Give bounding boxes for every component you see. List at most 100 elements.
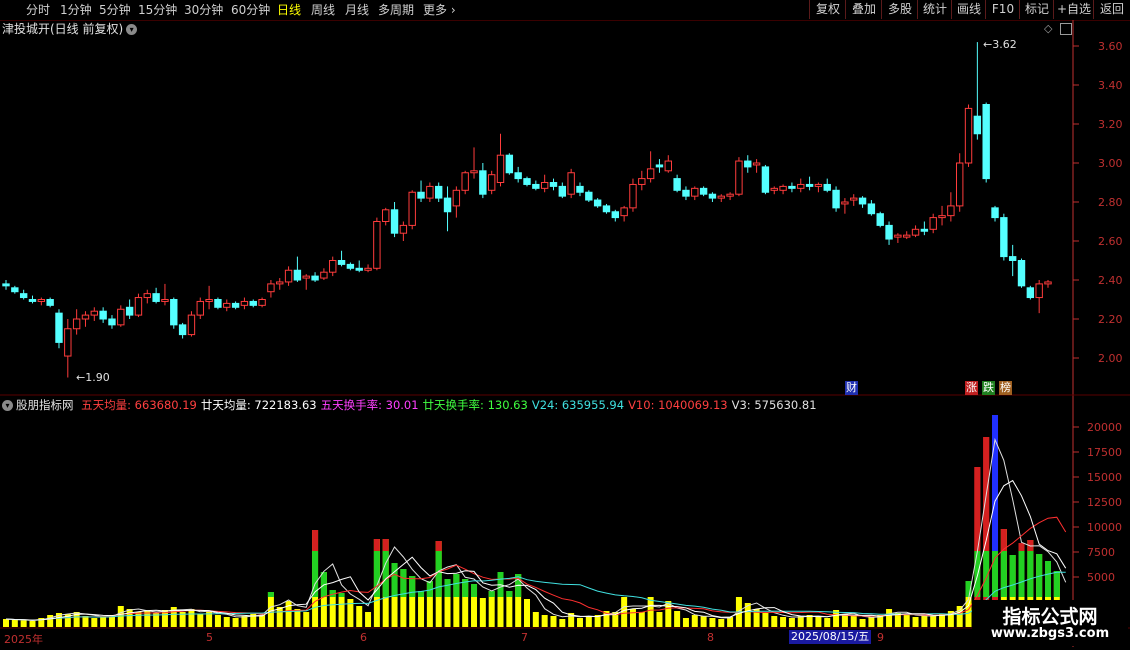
turnover-top-segment [312, 530, 319, 551]
candle-body [205, 299, 213, 302]
price-tick-label: 2.00 [1098, 352, 1123, 365]
x-label-may: 5 [206, 631, 213, 644]
candle-body [125, 306, 134, 316]
candle-body [682, 189, 690, 197]
volume-bar [126, 609, 133, 627]
candle-body [214, 299, 222, 308]
candle-body [744, 160, 752, 168]
candle-body [399, 224, 408, 234]
candle-body [249, 300, 257, 306]
turnover-top-segment [1018, 543, 1025, 551]
kline-chart[interactable]: 3.60 3.40 3.20 3.00 2.80 2.60 2.40 2.20 2.00 2000… [0, 0, 1130, 650]
volume-bar [100, 617, 107, 627]
volume-bar [541, 615, 548, 627]
candle-body [549, 182, 558, 187]
candle-body [673, 178, 681, 191]
candle-body [426, 185, 434, 199]
indicator-menu-icon[interactable]: ▾ [2, 400, 13, 411]
rise-tag[interactable]: 涨 [965, 381, 978, 395]
candle-body [691, 187, 699, 197]
finance-tag[interactable]: 财 [845, 381, 858, 395]
volume-bar [859, 619, 866, 627]
candle-body [832, 189, 840, 209]
candle-body [390, 209, 399, 234]
turnover-segment [382, 551, 389, 597]
candle-body [779, 185, 787, 191]
volume-bar [868, 617, 875, 627]
volume-bar [197, 614, 204, 627]
volume-bar [303, 612, 310, 627]
candle-body [593, 199, 602, 207]
candle-body [452, 189, 461, 207]
volume-tick-label: 5000 [1087, 571, 1115, 584]
high-price-value: 3.62 [992, 38, 1017, 51]
turnover-top-segment [435, 541, 442, 551]
volume-tick-label: 10000 [1087, 521, 1122, 534]
candle-body [576, 185, 584, 193]
indicator-name[interactable]: 股朋指标网 [16, 398, 74, 412]
candle-body [788, 185, 796, 189]
volume-bar [674, 611, 681, 627]
candle-body [903, 234, 911, 238]
high-price-label: ←3.62 [983, 38, 1017, 51]
volume-bar [930, 616, 937, 627]
candle-body [973, 115, 982, 135]
candle-body [408, 191, 416, 226]
candle-body [496, 154, 505, 183]
candle-body [470, 170, 478, 174]
turnover-top-segment [373, 539, 380, 551]
candle-body [558, 185, 567, 197]
candle-body [81, 314, 90, 320]
low-price-label: ←1.90 [76, 371, 110, 384]
candle-body [170, 299, 178, 326]
volume-bar [939, 614, 946, 627]
indicator-value-5: V10: 1040069.13 [628, 398, 728, 412]
candle-body [1026, 287, 1035, 299]
volume-bar [214, 615, 221, 627]
candle-body [850, 197, 858, 201]
turnover-top-segment [992, 415, 999, 551]
volume-bar [585, 617, 592, 627]
candle-body [231, 302, 240, 308]
volume-bar [709, 618, 716, 627]
candle-body [19, 293, 28, 299]
turnover-segment [488, 591, 495, 597]
candle-body [2, 283, 10, 287]
volume-bar [638, 612, 645, 627]
turnover-segment [471, 584, 478, 597]
candle-body [964, 107, 973, 164]
volume-bar [682, 618, 689, 627]
candle-body [841, 201, 849, 205]
candle-body [1035, 283, 1043, 299]
volume-bar [532, 612, 539, 627]
volume-bar [780, 617, 787, 627]
candle-body [620, 207, 628, 217]
candle-body [814, 183, 823, 187]
rank-tag[interactable]: 榜 [999, 381, 1012, 395]
candle-body [664, 160, 672, 172]
candle-body [540, 182, 549, 189]
candle-body [364, 267, 372, 271]
fall-tag[interactable]: 跌 [982, 381, 995, 395]
x-label-june: 6 [360, 631, 367, 644]
volume-bar [886, 609, 893, 627]
volume-tick-label: 12500 [1087, 496, 1122, 509]
indicator-value-6: V3: 575630.81 [731, 398, 817, 412]
turnover-segment [1053, 571, 1060, 597]
candle-body [99, 310, 107, 320]
candle-body [276, 281, 284, 285]
price-tick-label: 2.40 [1098, 274, 1123, 287]
volume-bar [365, 612, 372, 627]
candle-body [90, 310, 99, 316]
x-label-september: 9 [877, 631, 884, 644]
candle-body [64, 328, 72, 357]
candle-body [867, 203, 876, 215]
volume-bar [241, 616, 248, 627]
volume-bar [621, 597, 628, 627]
candle-body [894, 234, 902, 238]
candle-body [638, 178, 646, 185]
volume-bar [524, 599, 530, 627]
candle-body [240, 300, 249, 306]
candle-body [311, 275, 319, 281]
candle-body [929, 217, 937, 230]
